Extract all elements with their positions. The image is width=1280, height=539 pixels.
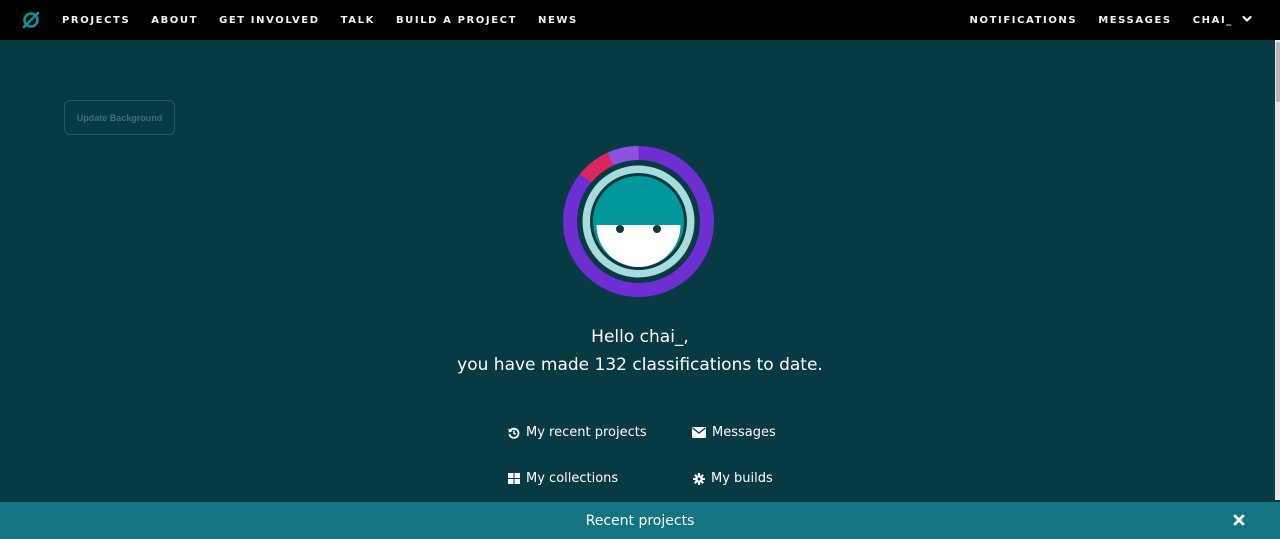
my-builds-label: My builds — [711, 471, 773, 486]
grid-icon — [508, 473, 520, 484]
my-collections-link[interactable]: My collections — [508, 471, 618, 486]
chevron-down-icon — [1242, 15, 1252, 22]
ring-segment-lavender — [607, 146, 639, 166]
nav-news[interactable]: NEWS — [538, 15, 578, 26]
recent-projects-title: Recent projects — [585, 512, 695, 529]
messages-label: Messages — [712, 425, 776, 440]
envelope-icon — [692, 427, 706, 438]
nav-notifications[interactable]: NOTIFICATIONS — [970, 15, 1078, 26]
greeting-line-1: Hello chai_, — [591, 327, 689, 347]
update-background-button[interactable]: Update Background — [64, 100, 175, 135]
my-recent-projects-link[interactable]: My recent projects — [508, 425, 647, 440]
cog-icon — [693, 472, 705, 485]
nav-get-involved[interactable]: GET INVOLVED — [219, 15, 320, 26]
my-recent-projects-label: My recent projects — [526, 425, 647, 440]
page-scrollbar[interactable] — [1275, 40, 1280, 500]
user-menu[interactable]: CHAI_ — [1193, 15, 1252, 26]
nav-messages[interactable]: MESSAGES — [1098, 15, 1172, 26]
close-icon[interactable] — [1232, 513, 1246, 527]
my-collections-label: My collections — [526, 471, 619, 486]
account-nav: NOTIFICATIONS MESSAGES CHAI_ — [949, 0, 1252, 40]
avatar[interactable] — [562, 145, 715, 298]
nav-about[interactable]: ABOUT — [151, 15, 198, 26]
page-scrollbar-thumb[interactable] — [1276, 42, 1280, 102]
user-menu-label: CHAI_ — [1192, 14, 1233, 26]
history-icon — [508, 427, 520, 439]
top-nav: PROJECTS ABOUT GET INVOLVED TALK BUILD A… — [0, 0, 1280, 40]
greeting: Hello chai_, you have made 132 classific… — [0, 323, 1280, 379]
my-builds-link[interactable]: My builds — [693, 471, 773, 486]
zooniverse-logo-icon[interactable] — [21, 10, 41, 30]
primary-nav: PROJECTS ABOUT GET INVOLVED TALK BUILD A… — [62, 0, 599, 40]
nav-talk[interactable]: TALK — [341, 15, 375, 26]
nav-projects[interactable]: PROJECTS — [62, 15, 130, 26]
nav-build-a-project[interactable]: BUILD A PROJECT — [396, 15, 517, 26]
greeting-line-2: you have made 132 classifications to dat… — [457, 355, 823, 375]
recent-projects-bar[interactable]: Recent projects — [0, 502, 1280, 539]
avatar-ring — [562, 145, 715, 298]
messages-link[interactable]: Messages — [692, 425, 776, 440]
